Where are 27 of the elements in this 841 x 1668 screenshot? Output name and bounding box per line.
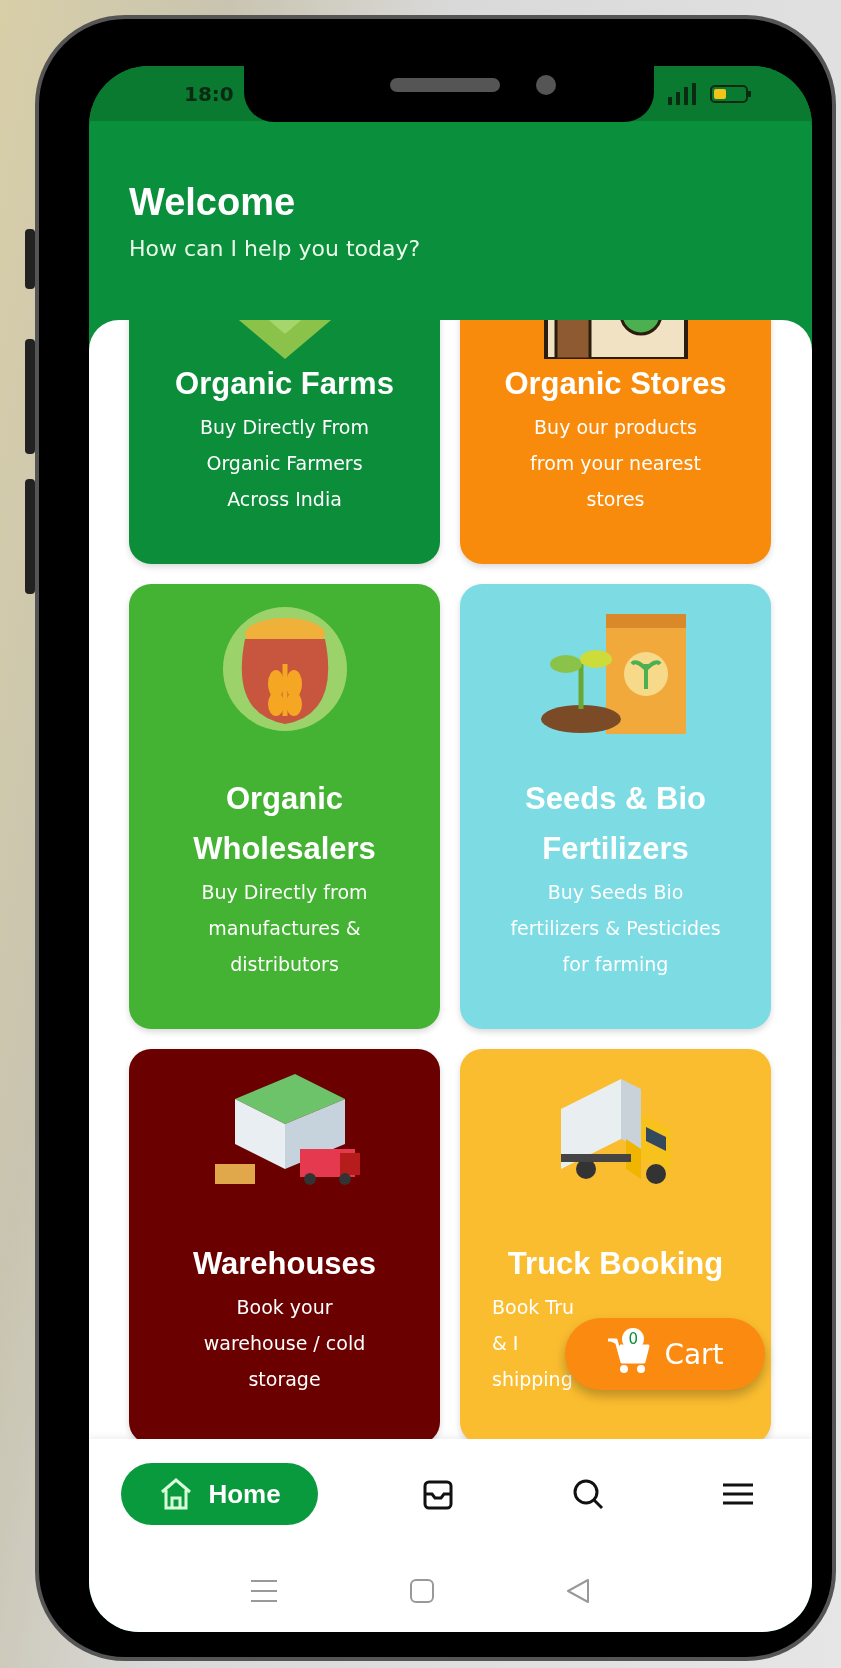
card-description: Buy Directly from manufactures & distributors — [200, 880, 369, 977]
card-description: & I — [492, 1331, 519, 1356]
card-description: Buy our products from your nearest stores — [529, 415, 702, 512]
category-card[interactable]: Truck Booking Book Tru & I shipping 0 Cart — [460, 1049, 771, 1439]
camera-lens — [536, 75, 556, 95]
card-title: Organic Stores — [503, 365, 728, 403]
category-card[interactable]: Warehouses Book your warehouse / cold storage — [129, 1049, 440, 1439]
card-title: Organic Wholesalers — [192, 780, 377, 868]
card-title: Seeds & Bio Fertilizers — [524, 780, 707, 868]
card-description: Buy Seeds Bio fertilizers & Pesticides for farming — [509, 880, 722, 977]
welcome-title: Welcome — [129, 181, 297, 224]
category-card[interactable]: Organic Farms Buy Directly From Organic Farmers Across India — [129, 320, 440, 564]
card-title: Warehouses — [191, 1245, 378, 1283]
category-card[interactable]: Organic Stores Buy our products from your nearest stores — [460, 320, 771, 564]
card-description: Book your warehouse / cold storage — [202, 1295, 367, 1392]
status-time: 18:0 — [184, 81, 234, 106]
category-card[interactable]: Organic Wholesalers Buy Directly from manufactures & distributors — [129, 584, 440, 1029]
recent-apps-icon[interactable] — [249, 1577, 279, 1604]
card-description: Buy Directly From Organic Farmers Across India — [199, 415, 370, 512]
home-square-icon[interactable] — [409, 1577, 435, 1604]
welcome-subtitle: How can I help you today? — [129, 236, 422, 261]
card-title: Organic Farms — [174, 365, 395, 403]
battery-icon — [710, 83, 752, 104]
home-tab[interactable]: Home — [121, 1463, 318, 1525]
back-icon[interactable] — [565, 1577, 591, 1604]
card-title: Truck Booking — [506, 1245, 725, 1283]
card-description: Book Tru — [492, 1295, 574, 1320]
